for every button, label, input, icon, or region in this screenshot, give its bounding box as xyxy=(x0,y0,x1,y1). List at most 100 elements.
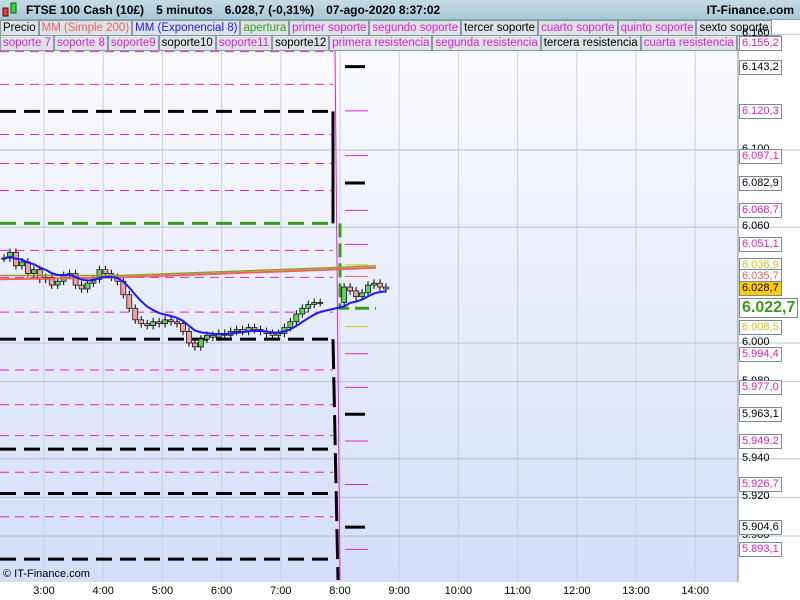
legend-item[interactable]: soporte9 xyxy=(107,35,159,51)
copyright: © IT-Finance.com xyxy=(3,568,90,580)
x-tick-label: 3:00 xyxy=(33,585,55,597)
candle xyxy=(305,304,312,309)
legend-item[interactable]: segunda resistencia xyxy=(432,35,541,51)
candle xyxy=(78,284,85,290)
candle xyxy=(156,321,162,325)
legend-item[interactable]: soporte10 xyxy=(158,35,216,51)
candle xyxy=(365,284,371,294)
brand: IT-Finance.com xyxy=(706,3,794,17)
x-tick-label: 10:00 xyxy=(444,585,473,597)
candle xyxy=(174,321,180,325)
legend-item[interactable]: cuarto soporte xyxy=(538,20,618,36)
candle xyxy=(144,323,151,326)
candle xyxy=(311,302,318,305)
last-price: 6.028,7 (-0,31%) xyxy=(224,2,315,17)
x-tick-label: 14:00 xyxy=(681,585,709,597)
legend-item[interactable]: quinto soporte xyxy=(617,20,697,36)
candle xyxy=(162,319,168,325)
candle xyxy=(209,334,216,338)
x-tick-label: 4:00 xyxy=(92,585,114,597)
candle xyxy=(359,292,365,298)
candle xyxy=(180,323,186,332)
legend-item[interactable]: soporte 7 xyxy=(0,35,54,51)
x-tick-label: 13:00 xyxy=(622,585,650,597)
legend-item[interactable]: apertura xyxy=(240,20,290,36)
candle xyxy=(198,338,204,348)
legend-item[interactable]: soporte11 xyxy=(215,35,273,51)
price-level-label: 6.022,7 xyxy=(739,298,799,319)
y-tick-label: 6.060 xyxy=(742,220,770,233)
x-tick-label: 6:00 xyxy=(210,585,233,597)
candle xyxy=(293,313,300,323)
price-level-label: 5.904,6 xyxy=(739,520,782,536)
chart-plot[interactable] xyxy=(0,0,800,600)
candle xyxy=(168,319,174,323)
x-tick-label: 9:00 xyxy=(388,585,410,597)
price-level-label: 6.028,7 xyxy=(739,280,782,296)
candle xyxy=(84,282,91,290)
legend-row-1: Precio MM (Simple 200) MM (Exponencial 8) a… xyxy=(0,20,772,36)
price-level-label: 6.097,1 xyxy=(739,148,782,164)
x-tick-label: 7:00 xyxy=(270,585,292,597)
legend-item[interactable]: cuarta resistencia xyxy=(640,35,737,51)
timeframe: 5 minutos xyxy=(156,2,213,17)
legend-item[interactable]: segundo soporte xyxy=(369,20,462,36)
legend-row-2: soporte 7 soporte 8 soporte9 soporte10 sopor… xyxy=(0,35,782,51)
legend-item[interactable]: primer soporte xyxy=(289,20,370,36)
price-level-label: 5.977,0 xyxy=(739,380,782,396)
legend-item[interactable]: soporte12 xyxy=(272,35,330,51)
x-tick-label: 8:00 xyxy=(329,585,351,597)
price-level-label: 6.082,9 xyxy=(739,176,782,191)
legend-item[interactable]: MM (Exponencial 8) xyxy=(132,20,241,36)
price-level-label: 5.926,7 xyxy=(739,477,782,493)
symbol-name: FTSE 100 Cash (10£) xyxy=(26,2,145,17)
candle xyxy=(192,342,198,348)
candle xyxy=(317,302,324,304)
candle xyxy=(383,286,389,290)
candle xyxy=(287,321,294,328)
x-tick-label: 5:00 xyxy=(151,585,174,597)
title-bar: FTSE 100 Cash (10£) 5 minutos 6.028,7 (-… xyxy=(0,0,800,20)
candle xyxy=(102,269,109,274)
legend-item[interactable]: tercer soporte xyxy=(461,20,539,36)
price-level-label: 6.051,1 xyxy=(739,237,782,253)
price-level-label: 5.994,4 xyxy=(739,346,782,362)
legend-item[interactable]: tercera resistencia xyxy=(540,35,641,51)
price-level-label: 5.949,2 xyxy=(739,434,782,450)
candle xyxy=(19,261,25,267)
plot-background xyxy=(0,50,738,582)
candle xyxy=(186,331,192,344)
price-level-label: 6.143,2 xyxy=(739,59,782,75)
candle xyxy=(30,269,37,274)
price-level-label: 6.068,7 xyxy=(739,203,782,219)
price-level-label: 5.893,1 xyxy=(739,542,782,558)
candle xyxy=(371,282,377,286)
candle xyxy=(251,327,258,330)
candle xyxy=(275,333,282,336)
candle xyxy=(269,333,276,336)
candle xyxy=(138,319,145,325)
candle xyxy=(299,307,306,315)
price-level-label: 6.155,2 xyxy=(739,36,782,52)
candle xyxy=(132,307,139,321)
legend-item[interactable]: Precio xyxy=(0,20,39,36)
candle xyxy=(377,282,383,288)
candle xyxy=(150,321,156,326)
price-level-label: 5.963,1 xyxy=(739,407,782,423)
candle xyxy=(353,290,359,298)
price-level-label: 6.008,5 xyxy=(739,319,782,335)
candle xyxy=(203,334,210,340)
y-tick-label: 5.940 xyxy=(742,451,770,464)
candle xyxy=(54,280,61,286)
legend-item[interactable]: soporte 8 xyxy=(53,35,108,51)
candle xyxy=(126,294,133,309)
legend-item[interactable]: MM (Simple 200) xyxy=(38,20,133,36)
datetime: 07-ago-2020 8:37:02 xyxy=(326,2,441,17)
candlestick-icon xyxy=(2,2,17,16)
candle xyxy=(341,286,348,303)
x-tick-label: 12:00 xyxy=(563,585,591,597)
legend-item[interactable]: primera resistencia xyxy=(329,35,433,51)
x-tick-label: 11:00 xyxy=(504,585,531,597)
candle xyxy=(233,329,240,332)
candle xyxy=(347,286,353,292)
